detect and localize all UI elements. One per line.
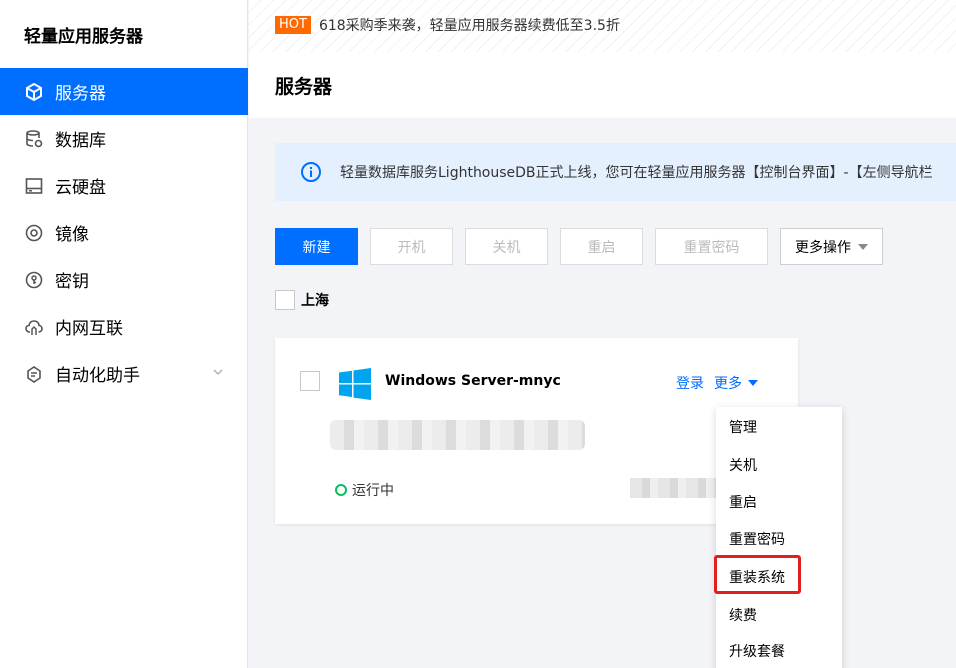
sidebar: 轻量应用服务器 服务器 数据库 云硬盘 镜像 密钥 内网互联 自动化助手: [0, 0, 248, 668]
windows-logo-icon: [339, 368, 371, 400]
highlight-box: [714, 555, 801, 594]
sidebar-item-label: 自动化助手: [55, 366, 140, 386]
sidebar-item-label: 服务器: [55, 84, 106, 104]
sidebar-item-server[interactable]: 服务器: [0, 68, 248, 115]
promo-content[interactable]: HOT 618采购季来袭，轻量应用服务器续费低至3.5折: [275, 15, 620, 35]
region-checkbox[interactable]: [275, 290, 295, 310]
sidebar-item-label: 内网互联: [55, 319, 123, 339]
reset-password-button[interactable]: 重置密码: [655, 228, 768, 265]
sidebar-item-label: 云硬盘: [55, 178, 106, 198]
redacted-ip: [330, 420, 585, 450]
sidebar-item-key[interactable]: 密钥: [0, 256, 248, 303]
start-button[interactable]: 开机: [370, 228, 453, 265]
menu-item-renew[interactable]: 续费: [729, 605, 757, 625]
shutdown-button[interactable]: 关机: [465, 228, 548, 265]
sidebar-item-label: 镜像: [55, 225, 89, 245]
page-title: 服务器: [275, 76, 333, 98]
redacted-info: [630, 478, 720, 498]
restart-button[interactable]: 重启: [560, 228, 643, 265]
page-header: 服务器: [249, 52, 956, 118]
region-filter: 上海: [275, 290, 329, 310]
sidebar-nav: 服务器 数据库 云硬盘 镜像 密钥 内网互联 自动化助手: [0, 68, 248, 397]
sidebar-item-database[interactable]: 数据库: [0, 115, 248, 162]
new-button[interactable]: 新建: [275, 228, 358, 265]
menu-item-reset-password[interactable]: 重置密码: [729, 529, 785, 549]
automation-icon: [24, 364, 44, 384]
info-icon: [301, 162, 321, 182]
sidebar-item-cloud-disk[interactable]: 云硬盘: [0, 162, 248, 209]
menu-item-upgrade-plan[interactable]: 升级套餐: [729, 641, 785, 661]
server-name[interactable]: Windows Server-mnyc: [385, 373, 561, 389]
more-link[interactable]: 更多: [714, 373, 742, 393]
menu-item-manage[interactable]: 管理: [729, 417, 757, 437]
database-icon: [24, 129, 44, 149]
sidebar-item-label: 数据库: [55, 131, 106, 151]
server-status: 运行中: [335, 480, 394, 500]
region-label: 上海: [301, 293, 329, 309]
promo-text: 618采购季来袭，轻量应用服务器续费低至3.5折: [318, 18, 620, 34]
running-status-icon: [335, 484, 347, 496]
sidebar-title: 轻量应用服务器: [24, 27, 143, 47]
sidebar-item-vpc-link[interactable]: 内网互联: [0, 303, 248, 350]
chevron-down-icon[interactable]: [212, 366, 224, 378]
image-disc-icon: [24, 223, 44, 243]
sidebar-item-image[interactable]: 镜像: [0, 209, 248, 256]
more-actions-label: 更多操作: [795, 239, 851, 256]
sidebar-item-label: 密钥: [55, 272, 89, 292]
menu-item-restart[interactable]: 重启: [729, 492, 757, 512]
sidebar-item-automation[interactable]: 自动化助手: [0, 350, 248, 397]
notice-text: 轻量数据库服务LighthouseDB正式上线，您可在轻量应用服务器【控制台界面…: [340, 165, 933, 181]
disk-icon: [24, 176, 44, 196]
login-link[interactable]: 登录: [676, 373, 704, 393]
status-text: 运行中: [352, 483, 394, 499]
promo-banner: HOT 618采购季来袭，轻量应用服务器续费低至3.5折: [249, 0, 956, 52]
hot-badge: HOT: [275, 16, 311, 34]
menu-item-shutdown[interactable]: 关机: [729, 455, 757, 475]
info-notice: 轻量数据库服务LighthouseDB正式上线，您可在轻量应用服务器【控制台界面…: [275, 143, 956, 201]
server-checkbox[interactable]: [300, 371, 320, 391]
more-dropdown-menu: 管理 关机 重启 重置密码 重装系统 续费 升级套餐: [716, 407, 842, 668]
caret-down-icon: [858, 243, 868, 250]
more-actions-button[interactable]: 更多操作: [780, 228, 883, 265]
caret-down-icon[interactable]: [748, 380, 758, 386]
server-actions: 登录 更多: [676, 373, 758, 393]
cloud-link-icon: [24, 317, 44, 337]
cube-icon: [24, 82, 44, 102]
key-icon: [24, 270, 44, 290]
